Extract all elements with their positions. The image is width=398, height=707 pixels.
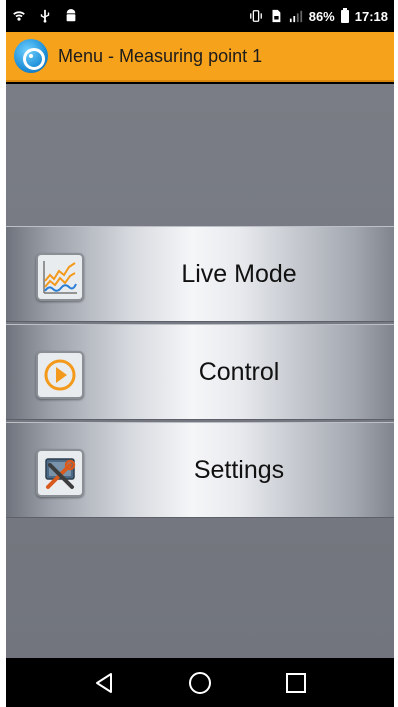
system-nav-bar [6, 658, 394, 707]
menu-label-control: Control [198, 357, 280, 386]
menu-item-settings[interactable]: Settings [6, 422, 394, 518]
menu-list: Live Mode Control Settings [6, 226, 394, 520]
status-left-icons [12, 9, 78, 23]
menu-content: Live Mode Control Settings [6, 84, 394, 658]
status-right-icons: 86% 17:18 [249, 7, 388, 24]
play-circle-icon [36, 351, 84, 399]
tools-icon [36, 449, 84, 497]
back-icon [96, 672, 112, 693]
line-chart-icon [36, 253, 84, 301]
menu-label-settings: Settings [193, 455, 285, 484]
phone-screen: 86% 17:18 Menu - Measuring point 1 Live … [6, 0, 394, 707]
battery-percent: 86% [308, 8, 335, 24]
usb-icon [40, 9, 50, 23]
home-icon [189, 671, 211, 694]
app-logo-icon[interactable] [14, 39, 48, 73]
signal-icon [289, 10, 302, 23]
battery-icon [340, 7, 349, 23]
recents-button[interactable] [281, 668, 311, 698]
back-button[interactable] [89, 668, 119, 698]
menu-item-control[interactable]: Control [6, 324, 394, 420]
android-debug-icon [66, 9, 76, 22]
recents-icon [286, 672, 306, 693]
home-button[interactable] [185, 668, 215, 698]
menu-item-live-mode[interactable]: Live Mode [6, 226, 394, 322]
wifi-hotspot-icon [13, 11, 25, 21]
menu-label-live-mode: Live Mode [181, 259, 297, 288]
page-title: Menu - Measuring point 1 [58, 45, 263, 66]
clock: 17:18 [354, 8, 388, 24]
status-bar: 86% 17:18 [6, 0, 394, 32]
sim-icon [272, 9, 281, 23]
app-bar: Menu - Measuring point 1 [6, 32, 394, 82]
vibrate-icon [249, 10, 262, 22]
